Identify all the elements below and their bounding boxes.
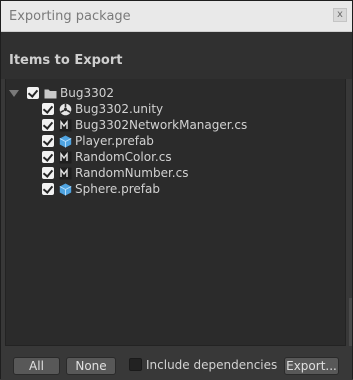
tree-root-row[interactable]: Bug3302 [9,85,114,101]
item-checkbox[interactable] [42,103,54,115]
export-package-window: Exporting package x Items to Export Bug3… [0,0,353,380]
tree-item-row[interactable]: RandomColor.cs [42,149,172,165]
title-bar[interactable]: Exporting package x [1,1,352,32]
header-area: Items to Export [1,32,352,79]
item-checkbox[interactable] [42,151,54,163]
tree-item-label: Bug3302NetworkManager.cs [75,118,248,132]
tree-root-label: Bug3302 [60,86,114,100]
window-title: Exporting package [9,9,131,24]
cs-script-icon [59,167,72,180]
include-dependencies-checkbox[interactable] [129,358,142,371]
tree-item-row[interactable]: Player.prefab [42,133,154,149]
select-none-button[interactable]: None [66,357,116,375]
tree-item-row[interactable]: Bug3302.unity [42,101,163,117]
folder-icon [44,87,57,100]
item-checkbox[interactable] [42,119,54,131]
cs-script-icon [59,119,72,132]
export-button[interactable]: Export... [284,357,339,375]
tree-item-label: Bug3302.unity [75,102,164,116]
tree-item-row[interactable]: Sphere.prefab [42,181,160,197]
unity-scene-icon [59,103,72,116]
item-checkbox[interactable] [42,183,54,195]
item-checkbox[interactable] [42,135,54,147]
prefab-icon [59,135,72,148]
select-all-button[interactable]: All [13,357,60,375]
root-checkbox[interactable] [27,87,39,99]
tree-item-row[interactable]: Bug3302NetworkManager.cs [42,117,247,133]
close-button[interactable]: x [333,8,347,22]
tree-item-label: RandomNumber.cs [75,166,189,180]
tree-item-row[interactable]: RandomNumber.cs [42,165,188,181]
tree-item-label: Player.prefab [75,134,154,148]
items-to-export-heading: Items to Export [9,53,123,68]
tree-item-label: RandomColor.cs [75,150,172,164]
prefab-icon [59,183,72,196]
cs-script-icon [59,151,72,164]
scrollbar-edge [349,298,352,346]
foldout-expanded-icon[interactable] [9,89,19,97]
footer-bar: All None Include dependencies Export... [1,346,352,380]
include-dependencies-label: Include dependencies [146,358,278,372]
item-checkbox[interactable] [42,167,54,179]
tree-item-label: Sphere.prefab [75,182,160,196]
close-icon: x [337,9,343,20]
